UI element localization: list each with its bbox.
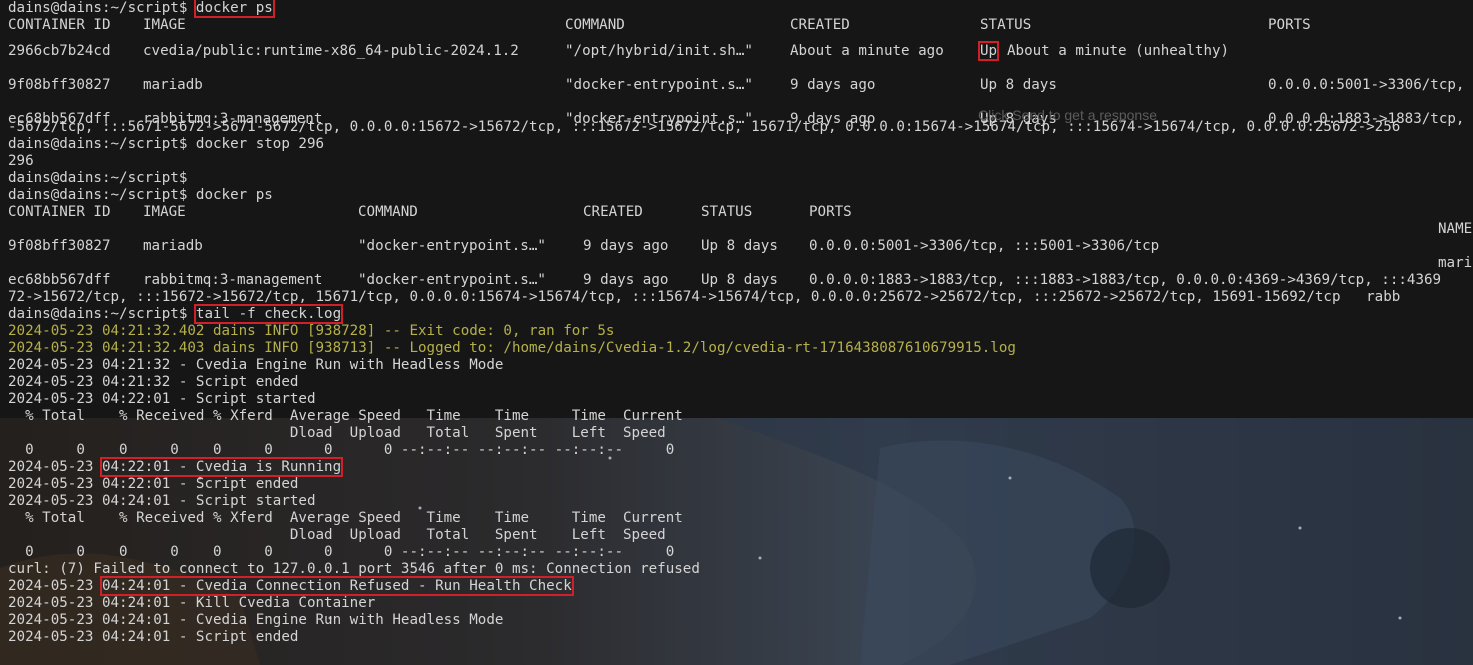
log-line: 2024-05-23 04:24:01 - Script ended <box>8 629 299 645</box>
container-created: 9 days ago <box>583 238 669 254</box>
container-ports: 0.0.0.0:5001->3306/tcp, :::5001->3306/tc… <box>809 238 1160 254</box>
curl-progress-row: 0 0 0 0 0 0 0 0 --:--:-- --:--:-- --:--:… <box>8 442 675 458</box>
log-date: 2024-05-23 <box>8 578 102 594</box>
docker-ps-header: CONTAINER ID IMAGE COMMAND CREATED STATU… <box>8 204 1473 221</box>
wrapped-ports-line: -5672/tcp, :::5671-5672->5671-5672/tcp, … <box>8 119 1401 135</box>
container-image: mariadb <box>143 238 203 254</box>
log-line: 2024-05-23 04:24:01 - Script started <box>8 493 316 509</box>
wrapped-ports-line: 72->15672/tcp, :::15672->15672/tcp, 1567… <box>8 289 1401 305</box>
col-command: COMMAND <box>565 17 625 33</box>
highlighted-refused-message: 04:24:01 - Cvedia Connection Refused - R… <box>99 576 574 596</box>
table-row: 9f08bff30827 mariadb "docker-entrypoint.… <box>8 68 1473 102</box>
prompt-line: dains@dains:~/script$ tail -f check.log <box>8 304 1473 324</box>
log-info-line: 2024-05-23 04:21:32.403 dains INFO [9387… <box>8 340 1016 356</box>
curl-progress-header: % Total % Received % Xferd Average Speed… <box>8 408 683 424</box>
log-line: 2024-05-23 04:22:01 - Script ended <box>8 476 299 492</box>
container-command: "docker-entrypoint.s…" <box>358 272 546 288</box>
docker-ps-header: CONTAINER ID IMAGE COMMAND CREATED STATU… <box>8 17 1473 34</box>
col-container-id: CONTAINER ID <box>8 17 111 33</box>
log-line: 2024-05-23 04:24:01 - Cvedia Engine Run … <box>8 612 504 628</box>
prompt-line: dains@dains:~/script$ docker ps <box>8 0 1473 18</box>
col-status: STATUS <box>980 17 1032 33</box>
highlighted-status-up: Up <box>977 41 1000 61</box>
highlighted-command: docker ps <box>193 0 275 18</box>
shell-prompt: dains@dains:~/script$ <box>8 170 188 186</box>
col-names: NAME <box>1438 221 1473 237</box>
container-status: Up 8 days <box>701 238 778 254</box>
log-info-line: 2024-05-23 04:21:32.402 dains INFO [9387… <box>8 323 615 339</box>
curl-progress-header: Dload Upload Total Spent Left Speed <box>8 527 666 543</box>
log-line: 2024-05-23 04:22:01 - Cvedia is Running <box>8 457 1473 477</box>
stop-command: docker stop 296 <box>195 136 325 152</box>
stop-output: 296 <box>8 153 34 169</box>
highlighted-running-message: 04:22:01 - Cvedia is Running <box>99 457 344 477</box>
log-line: 2024-05-23 04:21:32 - Script ended <box>8 374 299 390</box>
container-status: Up 8 days <box>980 77 1057 93</box>
prompt-line: dains@dains:~/script$ <box>8 170 1473 187</box>
col-created: CREATED <box>790 17 850 33</box>
col-ports: PORTS <box>1268 17 1311 33</box>
shell-prompt: dains@dains:~/script$ <box>8 306 188 322</box>
col-container-id: CONTAINER ID <box>8 204 111 220</box>
curl-progress-row: 0 0 0 0 0 0 0 0 --:--:-- --:--:-- --:--:… <box>8 544 675 560</box>
prompt-line: dains@dains:~/script$ docker ps <box>8 187 1473 204</box>
col-image: IMAGE <box>143 204 186 220</box>
container-id: 2966cb7b24cd <box>8 43 111 59</box>
terminal-window[interactable]: dains@dains:~/script$ docker ps CONTAINE… <box>0 0 1473 665</box>
overlay-hint-text: Click Send to get a response <box>978 107 1157 123</box>
log-line: 2024-05-23 04:22:01 - Script started <box>8 391 316 407</box>
log-line: 2024-05-23 04:24:01 - Kill Cvedia Contai… <box>8 595 376 611</box>
container-id: 9f08bff30827 <box>8 238 111 254</box>
container-image: cvedia/public:runtime-x86_64-public-2024… <box>143 43 519 59</box>
shell-prompt: dains@dains:~/script$ <box>8 0 188 16</box>
container-image: rabbitmq:3-management <box>143 272 323 288</box>
curl-progress-header: % Total % Received % Xferd Average Speed… <box>8 510 683 526</box>
col-created: CREATED <box>583 204 643 220</box>
log-line: 2024-05-23 04:24:01 - Cvedia Connection … <box>8 576 1473 596</box>
names-header-line: NAME <box>8 221 1473 238</box>
log-date: 2024-05-23 <box>8 459 102 475</box>
shell-prompt: dains@dains:~/script$ <box>8 136 188 152</box>
ps-command: docker ps <box>195 187 273 203</box>
container-name: mari <box>1438 255 1473 271</box>
col-image: IMAGE <box>143 17 186 33</box>
container-command: "/opt/hybrid/init.sh…" <box>565 43 753 59</box>
col-status: STATUS <box>701 204 753 220</box>
table-row: 9f08bff30827 mariadb "docker-entrypoint.… <box>8 238 1473 255</box>
col-command: COMMAND <box>358 204 418 220</box>
table-row: ec68bb567dff rabbitmq:3-management "dock… <box>8 272 1473 289</box>
shell-prompt: dains@dains:~/script$ <box>8 187 188 203</box>
container-id: 9f08bff30827 <box>8 77 111 93</box>
col-ports: PORTS <box>809 204 852 220</box>
curl-error-line: curl: (7) Failed to connect to 127.0.0.1… <box>8 561 700 577</box>
container-status: Up 8 days <box>701 272 778 288</box>
table-row-name-line: mari <box>8 255 1473 272</box>
container-created: 9 days ago <box>790 77 876 93</box>
table-row: 2966cb7b24cd cvedia/public:runtime-x86_6… <box>8 34 1473 68</box>
container-id: ec68bb567dff <box>8 272 111 288</box>
container-command: "docker-entrypoint.s…" <box>565 77 753 93</box>
container-command: "docker-entrypoint.s…" <box>358 238 546 254</box>
highlighted-command: tail -f check.log <box>193 304 344 324</box>
curl-progress-header: Dload Upload Total Spent Left Speed <box>8 425 666 441</box>
container-ports: 0.0.0.0:1883->1883/tcp, :::1883->1883/tc… <box>809 272 1442 288</box>
container-status: About a minute (unhealthy) <box>1007 43 1230 59</box>
log-line: 2024-05-23 04:21:32 - Cvedia Engine Run … <box>8 357 504 373</box>
container-created: About a minute ago <box>790 43 944 59</box>
prompt-line: dains@dains:~/script$ docker stop 296 <box>8 136 1473 153</box>
container-ports: 0.0.0.0:5001->3306/tcp, <box>1268 77 1465 93</box>
container-created: 9 days ago <box>583 272 669 288</box>
container-image: mariadb <box>143 77 203 93</box>
